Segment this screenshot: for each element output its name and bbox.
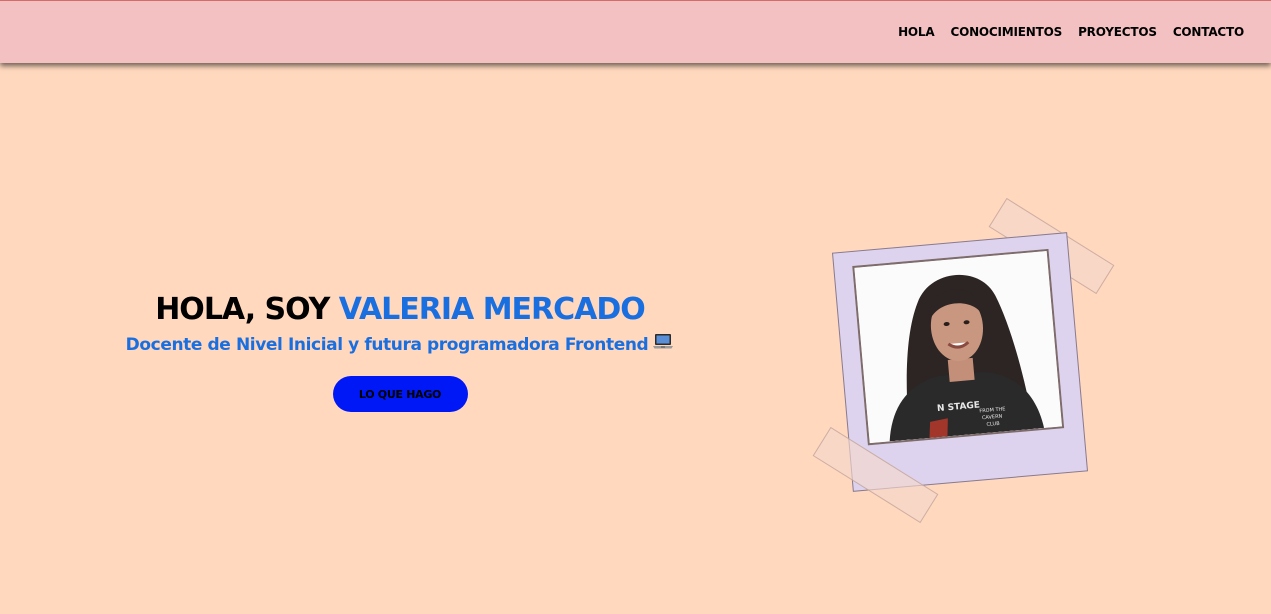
nav-link-contacto[interactable]: CONTACTO bbox=[1173, 25, 1244, 39]
profile-photo-illustration: N STAGE FROM THE CAVERN CLUB bbox=[854, 251, 1062, 444]
hero-greeting: HOLA, SOY bbox=[155, 292, 330, 327]
profile-photo: N STAGE FROM THE CAVERN CLUB bbox=[852, 248, 1065, 446]
nav-links: HOLA CONOCIMIENTOS PROYECTOS CONTACTO bbox=[898, 25, 1244, 39]
lo-que-hago-button[interactable]: LO QUE HAGO bbox=[332, 376, 468, 412]
profile-polaroid: N STAGE FROM THE CAVERN CLUB bbox=[812, 195, 1115, 524]
nav-link-conocimientos[interactable]: CONOCIMIENTOS bbox=[950, 25, 1062, 39]
hero-subtitle: Docente de Nivel Inicial y futura progra… bbox=[40, 332, 760, 358]
laptop-icon bbox=[652, 332, 674, 358]
nav-link-proyectos[interactable]: PROYECTOS bbox=[1078, 25, 1157, 39]
hero-section: HOLA, SOY VALERIA MERCADO Docente de Niv… bbox=[40, 290, 760, 412]
shirt-text-4: CLUB bbox=[986, 421, 1000, 428]
hero-title: HOLA, SOY VALERIA MERCADO bbox=[40, 290, 760, 330]
hero-name: VALERIA MERCADO bbox=[338, 292, 646, 327]
nav-link-hola[interactable]: HOLA bbox=[898, 25, 935, 39]
navbar: HOLA CONOCIMIENTOS PROYECTOS CONTACTO bbox=[0, 0, 1271, 63]
hero-subtitle-text: Docente de Nivel Inicial y futura progra… bbox=[125, 335, 649, 355]
